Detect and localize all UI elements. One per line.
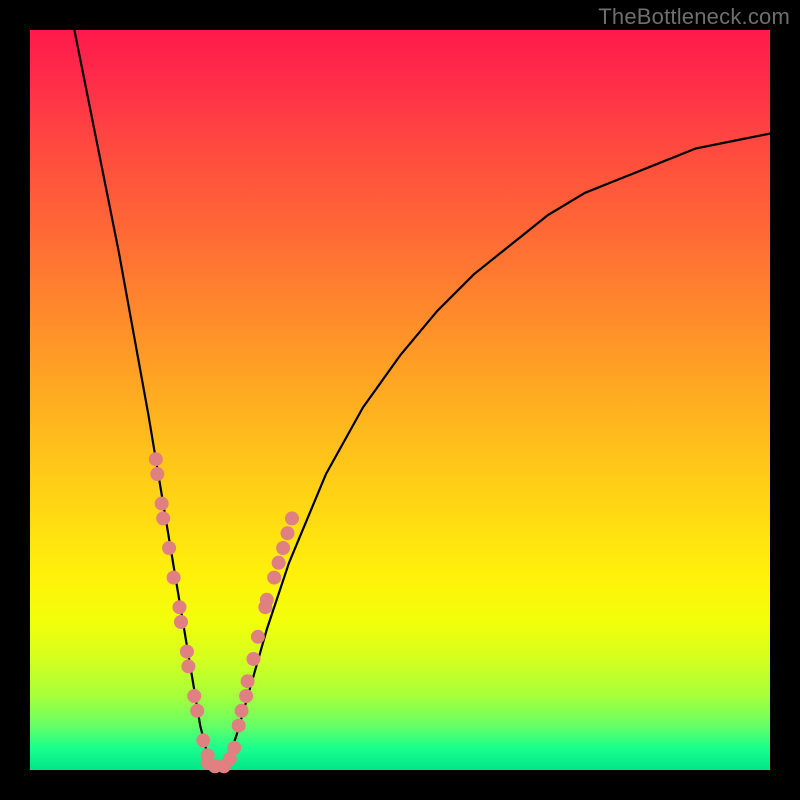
sample-dot xyxy=(241,674,255,688)
sample-dots xyxy=(149,452,299,773)
sample-dot xyxy=(180,645,194,659)
bottleneck-curve xyxy=(74,30,770,770)
sample-dot xyxy=(187,689,201,703)
sample-dot xyxy=(167,571,181,585)
sample-dot xyxy=(173,600,187,614)
sample-dot xyxy=(150,467,164,481)
sample-dot xyxy=(272,556,286,570)
sample-dot xyxy=(239,689,253,703)
sample-dot xyxy=(227,741,241,755)
sample-dot xyxy=(232,719,246,733)
sample-dot xyxy=(190,704,204,718)
sample-dot xyxy=(149,452,163,466)
sample-dot xyxy=(155,497,169,511)
chart-frame: TheBottleneck.com xyxy=(0,0,800,800)
sample-dot xyxy=(281,526,295,540)
sample-dot xyxy=(196,733,210,747)
sample-dot xyxy=(162,541,176,555)
chart-svg xyxy=(30,30,770,770)
sample-dot xyxy=(174,615,188,629)
sample-dot xyxy=(156,511,170,525)
watermark-text: TheBottleneck.com xyxy=(598,4,790,30)
sample-dot xyxy=(181,659,195,673)
sample-dot xyxy=(247,652,261,666)
sample-dot xyxy=(285,511,299,525)
sample-dot xyxy=(251,630,265,644)
sample-dot xyxy=(267,571,281,585)
sample-dot xyxy=(276,541,290,555)
sample-dot xyxy=(260,593,274,607)
sample-dot xyxy=(235,704,249,718)
plot-area xyxy=(30,30,770,770)
